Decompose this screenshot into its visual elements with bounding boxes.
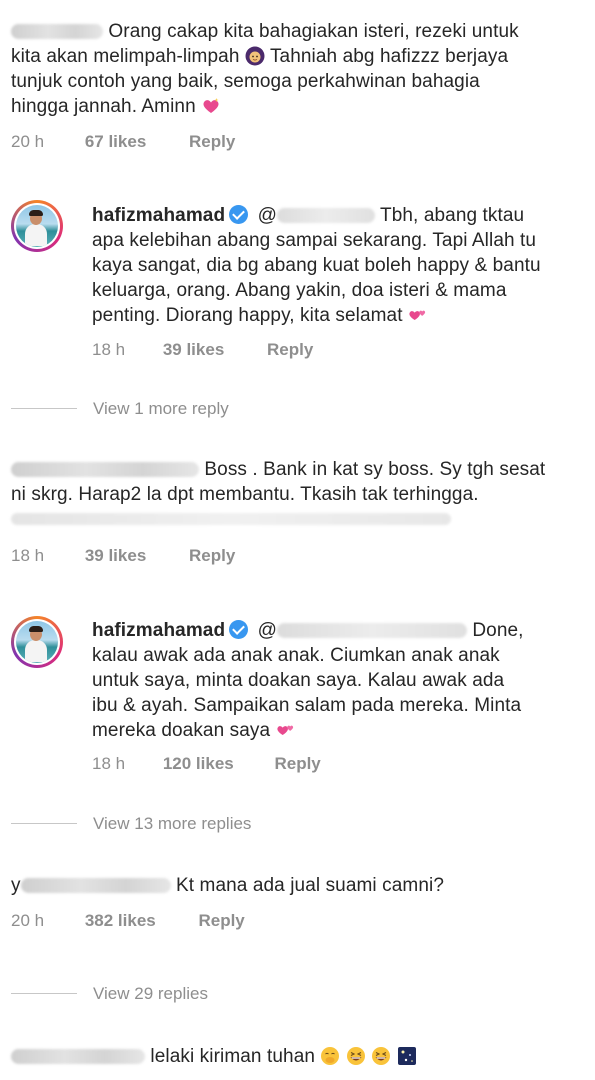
comment-text-line: kita akan melimpah-limpah Tahniah abg ha… (11, 46, 509, 67)
face-with-hand-over-mouth-emoji (321, 1047, 340, 1065)
woman-headscarf-emoji (245, 46, 265, 66)
comment-text-line: Boss . Bank in kat sy boss. Sy tgh sesat (11, 458, 545, 482)
comment-meta: 18 h 120 likes Reply (92, 754, 321, 774)
comment-text-line: lelaki kiriman tuhan (11, 1045, 417, 1069)
likes-count[interactable]: 39 likes (85, 546, 146, 566)
comment-text-line: hafizmahamad @ Tbh, abang tktau (92, 205, 525, 226)
reply-button[interactable]: Reply (267, 340, 313, 360)
likes-count[interactable]: 39 likes (163, 340, 224, 360)
reply-button[interactable]: Reply (189, 546, 235, 566)
comment-text-line: kalau awak ada anak anak. Ciumkan anak a… (92, 645, 500, 666)
sparkling-heart-emoji (203, 98, 219, 113)
username[interactable]: hafizmahamad (92, 205, 225, 226)
milky-way-emoji (397, 1047, 416, 1065)
likes-count[interactable]: 67 likes (85, 132, 146, 152)
timestamp: 20 h (11, 132, 45, 151)
comment-meta: 18 h 39 likes Reply (11, 546, 235, 566)
comment-text-line: penting. Diorang happy, kita selamat (92, 304, 428, 328)
username-initial[interactable]: y (11, 875, 21, 896)
comment-text-line: keluarga, orang. Abang yakin, doa isteri… (92, 280, 507, 301)
blurred-mention[interactable] (276, 208, 375, 224)
blurred-username[interactable] (11, 462, 199, 478)
comment-text-line: hafizmahamad @ Done, (92, 620, 524, 641)
comment-text-line: kaya sangat, dia bg abang kuat boleh hap… (92, 255, 541, 276)
comment-text-line: Orang cakap kita bahagiakan isteri, reze… (11, 20, 519, 44)
comment-text-line: untuk saya, minta doakan saya. Kalau awa… (92, 670, 505, 691)
comment-meta: 20 h 67 likes Reply (11, 132, 235, 152)
avatar[interactable] (11, 616, 63, 668)
comment-text-line: y Kt mana ada jual suami camni? (11, 875, 444, 896)
view-replies-button[interactable]: View 29 replies (93, 984, 208, 1004)
divider-line (11, 408, 77, 409)
reply-button[interactable]: Reply (198, 911, 244, 931)
comment-text-line: hingga jannah. Aminn (11, 95, 221, 119)
comment-text-line: mereka doakan saya (92, 719, 296, 743)
two-hearts-emoji (276, 725, 293, 735)
avatar[interactable] (11, 200, 63, 252)
timestamp: 20 h (11, 911, 45, 930)
blurred-username[interactable] (11, 1049, 145, 1065)
view-replies-button[interactable]: View 13 more replies (93, 814, 251, 834)
comment-text-line: apa kelebihan abang sampai sekarang. Tap… (92, 230, 537, 251)
reply-button[interactable]: Reply (189, 132, 235, 152)
blurred-mention[interactable] (276, 623, 467, 639)
grinning-squinting-face-emoji (346, 1047, 365, 1065)
blurred-text-line (11, 510, 451, 525)
timestamp: 18 h (92, 754, 126, 773)
mention-at: @ (257, 205, 277, 226)
blurred-username[interactable] (11, 24, 103, 40)
grinning-squinting-face-emoji (372, 1047, 391, 1065)
comment-meta: 18 h 39 likes Reply (92, 340, 313, 360)
likes-count[interactable]: 120 likes (163, 754, 234, 774)
timestamp: 18 h (92, 340, 126, 359)
username[interactable]: hafizmahamad (92, 620, 225, 641)
comment-text-line: ibu & ayah. Sampaikan salam pada mereka.… (92, 695, 522, 716)
verified-badge-icon (229, 620, 249, 639)
divider-line (11, 823, 77, 824)
verified-badge-icon (229, 205, 249, 224)
timestamp: 18 h (11, 546, 45, 565)
reply-button[interactable]: Reply (274, 754, 320, 774)
blurred-username[interactable] (20, 878, 171, 894)
two-hearts-emoji (409, 310, 426, 320)
comment-text-line: tunjuk contoh yang baik, semoga perkahwi… (11, 71, 480, 92)
comment-meta: 20 h 382 likes Reply (11, 911, 245, 931)
likes-count[interactable]: 382 likes (85, 911, 156, 931)
divider-line (11, 993, 77, 994)
mention-at: @ (257, 620, 277, 641)
comment-text-line: ni skrg. Harap2 la dpt membantu. Tkasih … (11, 484, 479, 505)
view-replies-button[interactable]: View 1 more reply (93, 399, 229, 419)
